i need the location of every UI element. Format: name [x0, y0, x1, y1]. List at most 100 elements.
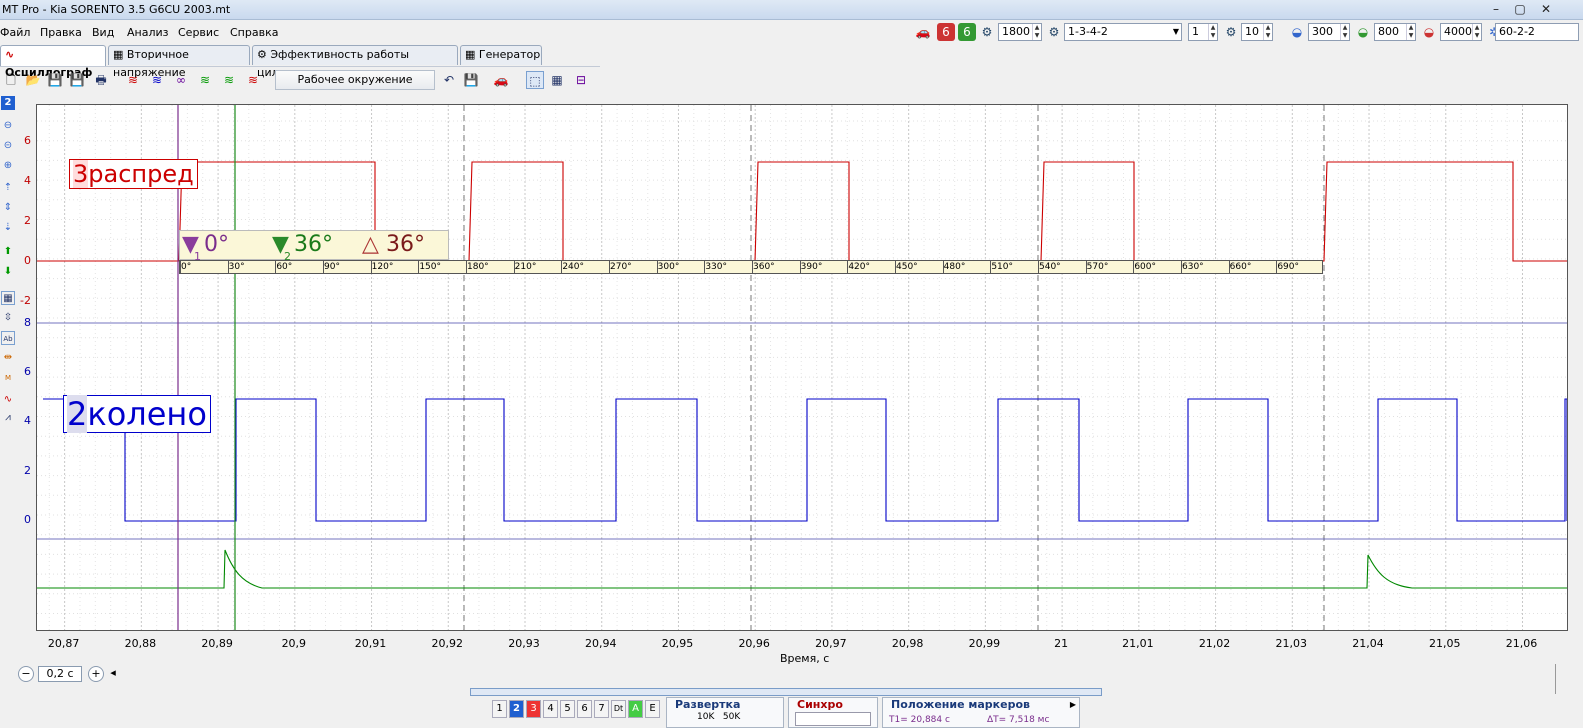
wave-tool-1-icon[interactable]: ≋ — [124, 71, 142, 89]
degree-tick-label: 360° — [753, 262, 775, 272]
channel-button-1[interactable]: 1 — [492, 700, 507, 718]
save-as-icon[interactable]: 💾 — [68, 71, 86, 89]
trigger-wheel-select[interactable]: 60-2-2 — [1495, 23, 1579, 41]
degree-tick-label: 570° — [1086, 262, 1109, 272]
close-button[interactable]: ✕ — [1534, 1, 1558, 17]
scale-decrease-button[interactable]: − — [18, 666, 34, 682]
channel-button-a[interactable]: A — [628, 700, 643, 718]
dt-readout: ΔT= 7,518 мс — [987, 715, 1050, 725]
car-tool-icon[interactable]: 🚗 — [492, 71, 510, 89]
x-tick-label: 21,04 — [1352, 637, 1384, 650]
t1-readout: T1= 20,884 с — [889, 715, 950, 725]
maximize-button[interactable]: ▢ — [1508, 1, 1532, 17]
print-icon[interactable]: 🖶 — [92, 71, 110, 89]
y-tick-top-6: 6 — [24, 134, 31, 147]
degree-tick-label: 480° — [943, 262, 966, 272]
rpm-spin[interactable]: 1800 ▲ ▼ — [998, 23, 1042, 41]
param-b-spin[interactable]: 300 ▲ ▼ — [1308, 23, 1350, 41]
ch2-label: 2колено — [63, 395, 211, 433]
x-tick-label: 21,06 — [1505, 637, 1538, 650]
ch2-number: 2 — [67, 395, 88, 433]
bottom-bar: − 0,2 с + ◂ 1 2 3 4 5 6 7 Dt A E Разверт… — [0, 664, 1583, 728]
degree-tick-label: 30° — [228, 262, 245, 272]
markers-panel: Положение маркеров ▶ T1= 20,884 с ΔT= 7,… — [882, 697, 1080, 728]
degree-tick-label: 0° — [181, 262, 192, 272]
channel-button-dt[interactable]: Dt — [611, 700, 626, 718]
degree-tick-label: 660° — [1229, 262, 1252, 272]
markers-panel-menu-icon[interactable]: ▶ — [1070, 700, 1076, 709]
channel-button-4[interactable]: 4 — [543, 700, 558, 718]
y-tick-mid-0: 0 — [24, 513, 31, 526]
degree-tick — [799, 261, 801, 273]
menu-view[interactable]: Вид — [92, 26, 114, 39]
tab-secondary-voltage[interactable]: ▦ Вторичное напряжение — [108, 45, 250, 79]
marker1-value: 0° — [204, 232, 229, 257]
x-tick-label: 20,95 — [661, 637, 694, 650]
cursor-tool-icon[interactable]: ⬚ — [526, 71, 544, 89]
oscilloscope-plot[interactable]: 3распред 2колено ▼ 1 0° ▼ 2 36° △ 36° 0°… — [36, 104, 1568, 631]
menu-edit[interactable]: Правка — [40, 26, 82, 39]
x-tick-label: 21 — [1054, 637, 1069, 650]
degree-tick-label: 540° — [1039, 262, 1061, 272]
x-tick-label: 20,92 — [431, 637, 464, 650]
channel-button-6[interactable]: 6 — [577, 700, 592, 718]
ch3-number: 3 — [73, 160, 89, 188]
x-axis: Время, с 20,87 20,88 20,89 20,9 20,91 20,92 20… — [0, 633, 1583, 665]
six-red-icon[interactable]: 6 — [937, 23, 955, 41]
firing-order-icon: ⚙ — [1048, 25, 1060, 39]
bottom-panel-splitter[interactable] — [470, 688, 1102, 696]
sensor-icon: ⚙ — [1225, 25, 1237, 39]
sync-title: Синхро — [797, 698, 843, 711]
save-icon[interactable]: 💾 — [46, 71, 64, 89]
x-tick-label: 21,05 — [1429, 637, 1461, 650]
sync-field[interactable] — [795, 712, 871, 726]
menu-service[interactable]: Сервис — [178, 26, 219, 39]
window-title: MT Pro - Kia SORENTO 3.5 G6CU 2003.mt — [2, 3, 231, 16]
channel-button-5[interactable]: 5 — [560, 700, 575, 718]
firing-order-select[interactable]: 1-3-4-2 ▼ — [1064, 23, 1182, 41]
y-tick-top-2: 2 — [24, 214, 31, 227]
degree-tick-label: 450° — [896, 262, 918, 272]
six-green-icon[interactable]: 6 — [958, 23, 976, 41]
wave-tool-3-icon[interactable]: ∞ — [172, 71, 190, 89]
channel-button-7[interactable]: 7 — [594, 700, 609, 718]
sweep-title: Развертка — [675, 698, 741, 711]
degree-tick — [895, 261, 896, 273]
degree-tick-label: 180° — [467, 262, 489, 272]
delta-icon: △ — [362, 232, 379, 257]
param-c-spin[interactable]: 800 ▲ ▼ — [1374, 23, 1416, 41]
tab-generator[interactable]: ▦ Генератор — [460, 45, 542, 65]
wave-tool-6-icon[interactable]: ≋ — [244, 71, 262, 89]
cylinder-spin[interactable]: 1 ▲ ▼ — [1188, 23, 1218, 41]
title-bar: MT Pro - Kia SORENTO 3.5 G6CU 2003.mt – … — [0, 0, 1583, 20]
tab-cylinder-efficiency[interactable]: ⚙ Эффективность работы цилиндров — [252, 45, 458, 79]
workspace-button[interactable]: Рабочее окружение — [275, 70, 435, 90]
delta-value: 36° — [386, 232, 425, 257]
param-d-spin[interactable]: 4000 ▲ ▼ — [1440, 23, 1482, 41]
degree-tick-label: 150° — [419, 262, 442, 272]
scroll-left-icon[interactable]: ◂ — [106, 666, 120, 682]
car-icon[interactable]: 🚗 — [914, 23, 932, 41]
scale-increase-button[interactable]: + — [88, 666, 104, 682]
split-tool-icon[interactable]: ⊟ — [572, 71, 590, 89]
sweep-panel: Развертка 10K 50K — [666, 697, 784, 728]
markers-title: Положение маркеров — [891, 698, 1030, 711]
marker-readout: ▼ 1 0° ▼ 2 36° △ 36° — [179, 230, 449, 263]
param-a-spin[interactable]: 10 ▲ ▼ — [1241, 23, 1273, 41]
x-tick-label: 20,93 — [508, 637, 540, 650]
menu-help[interactable]: Справка — [230, 26, 278, 39]
wave-tool-5-icon[interactable]: ≋ — [220, 71, 238, 89]
channel-button-2[interactable]: 2 — [509, 700, 524, 718]
degree-tick-label: 390° — [800, 262, 823, 272]
wave-tool-4-icon[interactable]: ≋ — [196, 71, 214, 89]
wave-tool-2-icon[interactable]: ≋ — [148, 71, 166, 89]
channel-button-e[interactable]: E — [645, 700, 660, 718]
right-scroll-edge — [1555, 664, 1556, 694]
gauge-red-icon: ◒ — [1423, 25, 1435, 39]
menu-analysis[interactable]: Анализ — [127, 26, 169, 39]
minimize-button[interactable]: – — [1484, 1, 1508, 17]
channel-button-3[interactable]: 3 — [526, 700, 541, 718]
save-workspace-icon[interactable]: 💾 — [462, 71, 480, 89]
undo-icon[interactable]: ↶ — [440, 71, 458, 89]
grid-tool-icon[interactable]: ▦ — [548, 71, 566, 89]
